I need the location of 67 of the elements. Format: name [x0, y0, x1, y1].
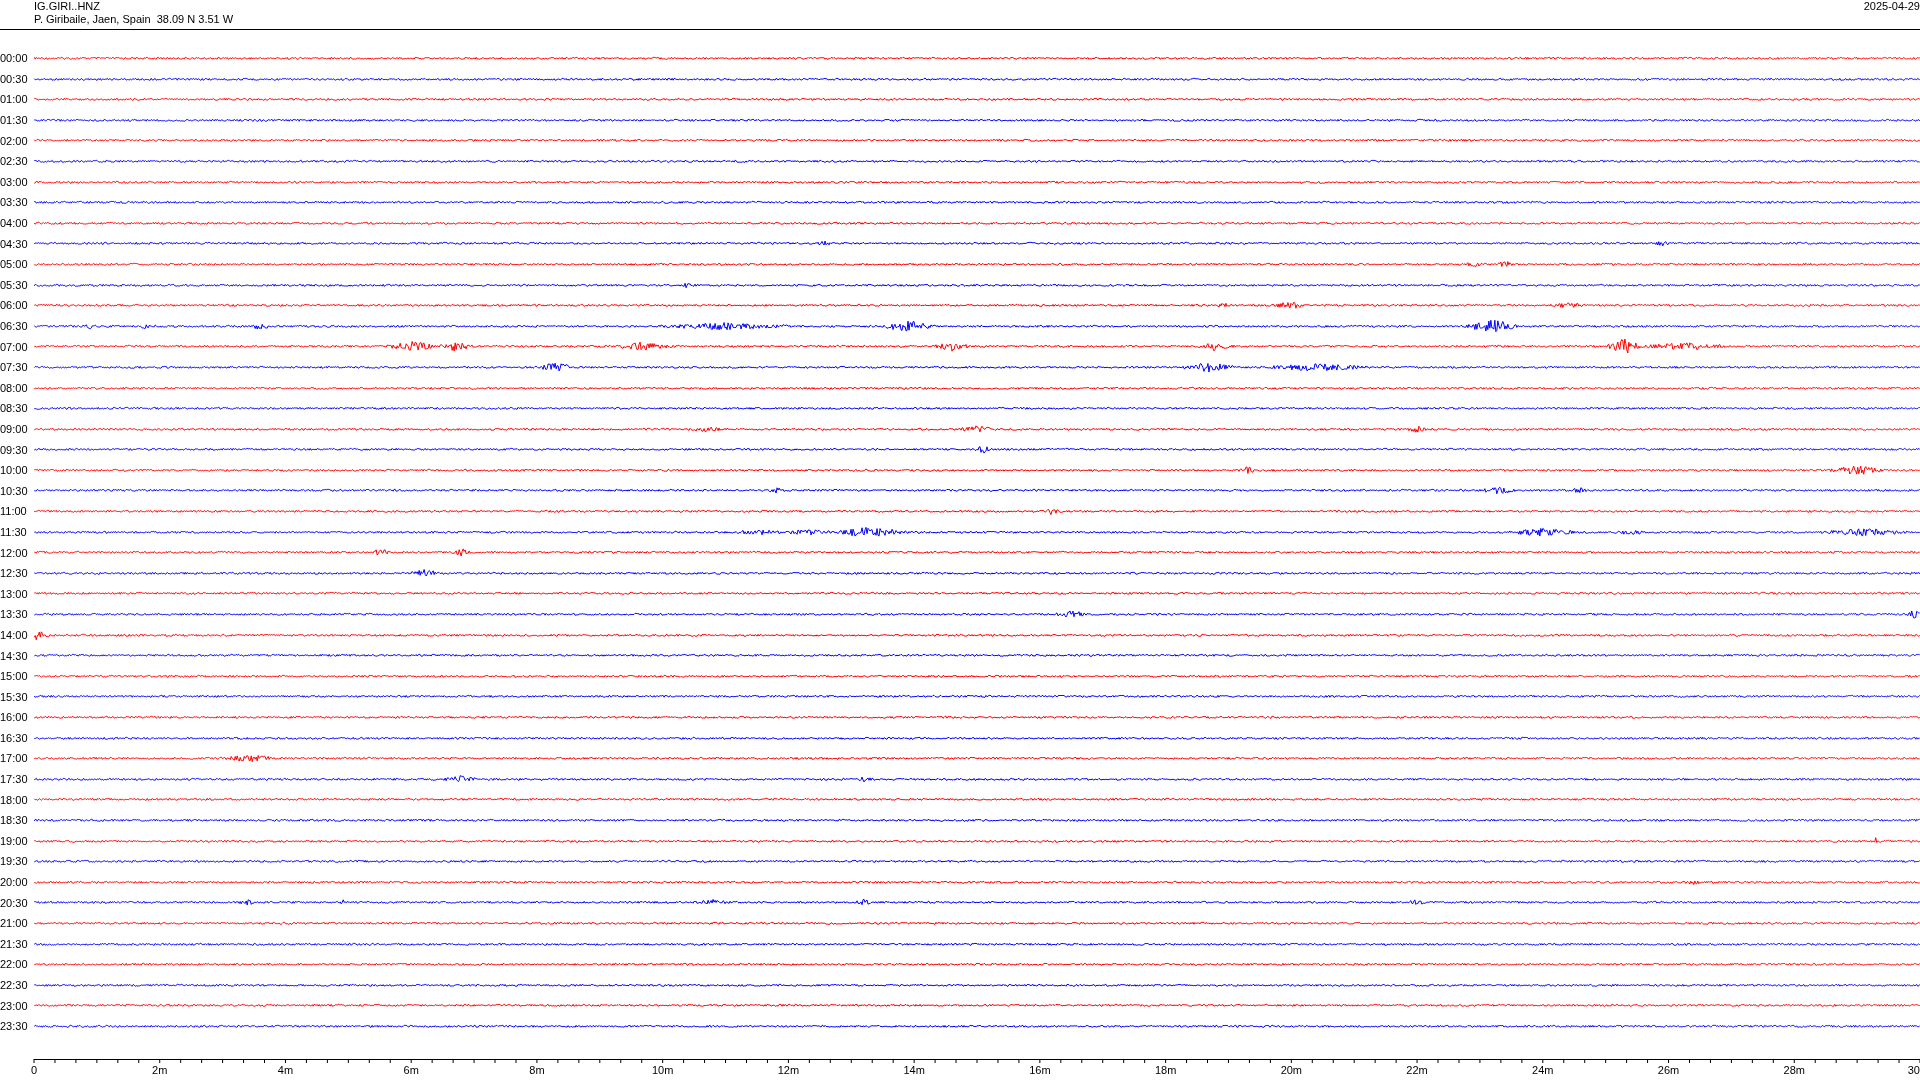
axis-label: 0 — [30, 1063, 38, 1076]
time-label: 04:30 — [0, 237, 29, 250]
axis-label: 28m — [1783, 1063, 1805, 1076]
time-label: 01:30 — [0, 114, 29, 127]
time-label: 13:30 — [0, 608, 29, 621]
time-label: 00:30 — [0, 72, 29, 85]
time-label: 03:30 — [0, 196, 29, 209]
time-label: 20:00 — [0, 876, 29, 889]
time-label: 08:30 — [0, 402, 29, 415]
station-location: P. Giribaile, Jaen, Spain 38.09 N 3.51 W — [34, 13, 234, 26]
axis-label: 14m — [903, 1063, 925, 1076]
time-label: 07:00 — [0, 340, 29, 353]
time-label: 15:00 — [0, 670, 29, 683]
axis-label: 18m — [1154, 1063, 1177, 1076]
time-label: 19:00 — [0, 834, 29, 847]
axis-label: 6m — [403, 1063, 419, 1076]
time-label: 14:00 — [0, 628, 29, 641]
time-label: 13:00 — [0, 587, 29, 600]
time-label: 06:00 — [0, 299, 29, 312]
time-label: 09:00 — [0, 423, 29, 435]
date-label: 2025-04-29 — [1863, 0, 1920, 14]
time-label: 11:00 — [0, 505, 28, 518]
time-label: 04:00 — [0, 217, 29, 230]
axis-label: 8m — [529, 1063, 545, 1076]
time-label: 23:30 — [0, 1020, 29, 1033]
axis-label: 12m — [777, 1063, 800, 1076]
time-label: 17:30 — [0, 773, 29, 786]
time-label: 06:30 — [0, 320, 29, 332]
time-label: 19:30 — [0, 855, 29, 868]
axis-label: 30 — [1907, 1063, 1920, 1076]
time-label: 07:30 — [0, 361, 29, 374]
time-label: 12:30 — [0, 567, 29, 580]
time-label: 16:30 — [0, 731, 29, 744]
time-label: 21:30 — [0, 937, 29, 950]
time-label: 11:30 — [0, 525, 28, 538]
axis-label: 26m — [1657, 1063, 1680, 1076]
time-label: 23:00 — [0, 999, 29, 1012]
time-label: 18:30 — [0, 814, 29, 827]
time-label: 10:30 — [0, 484, 29, 497]
time-label: 21:00 — [0, 917, 29, 930]
time-label: 16:00 — [0, 711, 29, 724]
time-label: 10:00 — [0, 464, 29, 477]
time-label: 02:30 — [0, 155, 29, 168]
time-label: 00:00 — [0, 52, 29, 65]
axis-label: 22m — [1406, 1063, 1428, 1076]
time-label: 14:30 — [0, 649, 29, 662]
axis-label: 16m — [1029, 1063, 1051, 1076]
station-code: IG.GIRI..HNZ — [34, 0, 101, 13]
time-label: 08:00 — [0, 381, 29, 394]
time-label: 05:30 — [0, 278, 29, 291]
time-label: 09:30 — [0, 443, 29, 456]
time-label: 12:00 — [0, 546, 29, 559]
time-label: 15:30 — [0, 690, 29, 703]
time-label: 22:00 — [0, 958, 29, 971]
time-label: 05:00 — [0, 258, 29, 271]
axis-label: 4m — [277, 1063, 294, 1076]
time-label: 02:00 — [0, 134, 29, 147]
time-label: 01:00 — [0, 93, 29, 106]
time-label: 20:30 — [0, 896, 29, 909]
axis-label: 24m — [1532, 1063, 1554, 1076]
time-label: 22:30 — [0, 979, 29, 991]
time-label: 03:00 — [0, 175, 29, 188]
axis-label: 2m — [152, 1063, 168, 1076]
time-label: 18:00 — [0, 793, 29, 806]
axis-label: 20m — [1280, 1063, 1303, 1076]
time-label: 17:00 — [0, 752, 29, 765]
axis-label: 10m — [651, 1063, 674, 1076]
